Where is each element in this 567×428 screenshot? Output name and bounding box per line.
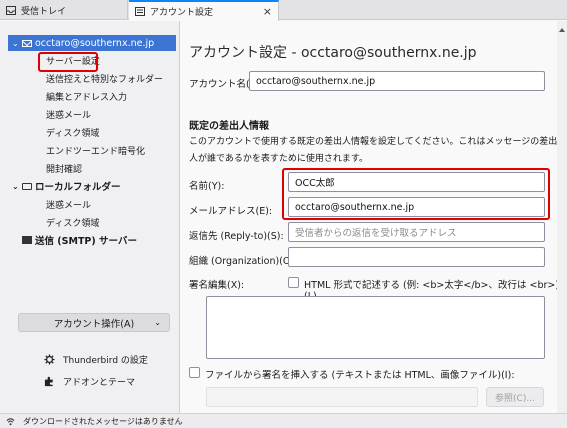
wifi-icon xyxy=(6,417,15,425)
html-format-checkbox[interactable] xyxy=(288,277,299,288)
organization-field[interactable] xyxy=(288,247,545,267)
account-label: occtaro@southernx.ne.jp xyxy=(35,37,155,49)
scroll-up-icon[interactable] xyxy=(559,25,565,35)
tab-bar: 受信トレイ アカウント設定 × xyxy=(0,0,567,21)
file-signature-checkbox-label: ファイルから署名を挿入する (テキストまたは HTML、画像ファイル)(I): xyxy=(205,370,515,381)
highlight-box-server-settings xyxy=(38,52,98,72)
signature-label: 署名編集(X): xyxy=(189,280,245,291)
inbox-icon xyxy=(6,5,16,15)
chevron-down-icon[interactable]: ⌄ xyxy=(12,182,22,191)
thunderbird-settings-link[interactable]: Thunderbird の設定 xyxy=(44,353,148,366)
tree-item-e2e-encryption[interactable]: エンドツーエンド暗号化 xyxy=(8,141,176,159)
scrollbar[interactable] xyxy=(557,21,567,413)
tree-item-disk-space[interactable]: ディスク領域 xyxy=(8,123,176,141)
tab-inbox-label: 受信トレイ xyxy=(21,6,67,17)
email-label: メールアドレス(E): xyxy=(189,206,273,217)
chevron-down-icon: ⌄ xyxy=(154,318,161,327)
tree-item-smtp[interactable]: 送信 (SMTP) サーバー xyxy=(8,231,176,249)
tab-account-settings[interactable]: アカウント設定 × xyxy=(129,0,279,21)
tree-item-junk[interactable]: 迷惑メール xyxy=(8,105,176,123)
outgoing-server-icon xyxy=(22,236,32,244)
mail-icon xyxy=(22,39,32,47)
file-signature-checkbox[interactable] xyxy=(189,367,200,378)
status-text: ダウンロードされたメッセージはありません xyxy=(23,416,183,426)
signature-textarea[interactable] xyxy=(206,296,545,359)
tree-item-local-disk-space[interactable]: ディスク領域 xyxy=(8,213,176,231)
tree-item-local-junk[interactable]: 迷惑メール xyxy=(8,195,176,213)
organization-label: 組織 (Organization)(O): xyxy=(189,256,298,267)
signature-file-field xyxy=(206,387,478,407)
highlight-box-identity xyxy=(282,168,550,220)
browse-button: 参照(C)... xyxy=(486,387,544,407)
gear-icon xyxy=(44,354,55,365)
tab-account-settings-label: アカウント設定 xyxy=(150,8,214,18)
page-title: アカウント設定 - occtaro@southernx.ne.jp xyxy=(189,45,477,61)
folder-icon xyxy=(22,182,32,190)
addons-themes-link[interactable]: アドオンとテーマ xyxy=(44,375,135,388)
account-tree-pane: ⌄ occtaro@southernx.ne.jp サーバー設定 送信控えと特別… xyxy=(0,21,180,413)
tree-item-account[interactable]: ⌄ occtaro@southernx.ne.jp xyxy=(8,35,176,51)
status-bar: ダウンロードされたメッセージはありません xyxy=(0,413,567,428)
account-name-field[interactable]: occtaro@southernx.ne.jp xyxy=(249,71,545,91)
section-title: 既定の差出人情報 xyxy=(189,121,269,132)
account-actions-button[interactable]: アカウント操作(A) ⌄ xyxy=(18,313,170,332)
tree-item-composition[interactable]: 編集とアドレス入力 xyxy=(8,87,176,105)
tree-item-receipts[interactable]: 開封確認 xyxy=(8,159,176,177)
account-settings-pane: アカウント設定 - occtaro@southernx.ne.jp アカウント名… xyxy=(181,21,567,413)
replyto-label: 返信先 (Reply-to)(S): xyxy=(189,231,284,242)
name-label: 名前(Y): xyxy=(189,181,225,192)
close-icon[interactable]: × xyxy=(263,5,272,18)
chevron-down-icon[interactable]: ⌄ xyxy=(12,39,22,48)
puzzle-icon xyxy=(44,376,53,387)
section-description: このアカウントで使用する既定の差出人情報を設定してください。これはメッセージの差… xyxy=(189,137,558,164)
tree-item-local-folders[interactable]: ⌄ ローカルフォルダー xyxy=(8,177,176,195)
settings-icon xyxy=(135,7,145,16)
replyto-field[interactable]: 受信者からの返信を受け取るアドレス xyxy=(288,222,545,242)
tab-inbox[interactable]: 受信トレイ xyxy=(0,0,128,20)
